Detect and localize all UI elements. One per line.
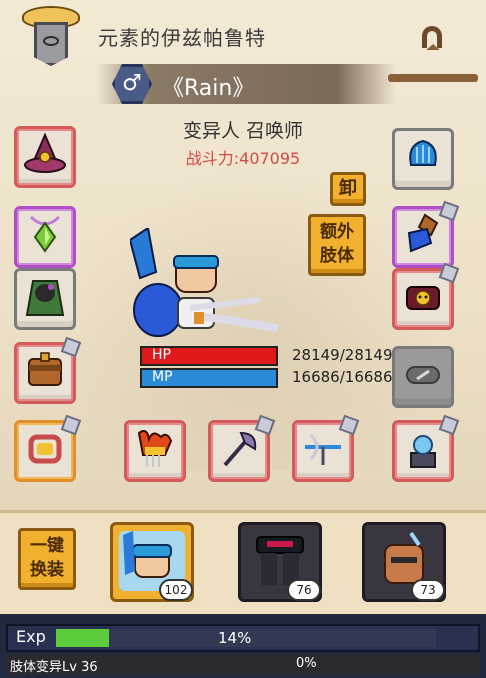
world-title: 元素的伊兹帕鲁特 (98, 26, 266, 50)
party-member-hero[interactable]: 102 (110, 522, 194, 602)
player-name: 《Rain》 (162, 76, 255, 101)
exp-percent: 14% (218, 629, 252, 647)
extra-limb-label-1: 额外 (320, 222, 354, 242)
locked-slot-icon (406, 366, 440, 384)
slot-boots[interactable] (392, 414, 460, 482)
mp-value: 16686/16686 (292, 368, 393, 386)
slot-belt[interactable] (14, 336, 82, 404)
unequip-button[interactable]: 卸 (330, 172, 366, 206)
one-key-label-2: 换装 (30, 560, 64, 580)
wizard-hat-icon (24, 133, 66, 173)
level-badge: 73 (411, 579, 445, 601)
crossbow-icon (305, 433, 341, 465)
level-badge: 76 (287, 579, 321, 601)
hp-bar: HP (140, 346, 278, 366)
exp-row: Exp 14% (6, 624, 480, 652)
green-cloak-icon (25, 280, 65, 316)
mp-label: MP (152, 369, 173, 385)
limb-mutation-label: 肢体变异Lv 36 (10, 660, 98, 675)
one-key-change-button[interactable]: 一键 换装 (18, 528, 76, 590)
slot-weapon-2[interactable] (208, 414, 276, 482)
extra-limb-button[interactable]: 额外 肢体 (308, 214, 366, 276)
party-member-dark-armor[interactable]: 76 (238, 522, 322, 602)
fire-crown-icon (137, 430, 173, 467)
extra-limb-label-2: 肢体 (320, 246, 354, 266)
eye-icon (43, 36, 59, 46)
slot-gloves[interactable] (392, 200, 460, 268)
slot-ring[interactable] (14, 414, 82, 482)
slot-locked[interactable] (392, 346, 454, 408)
blue-gauntlet-icon (407, 213, 439, 253)
level-badge: 102 (159, 579, 193, 601)
hero-character-icon (130, 228, 279, 337)
slot-crest[interactable] (392, 128, 454, 190)
hanger-hook (422, 26, 442, 48)
slot-bracer[interactable] (392, 262, 460, 330)
ring-icon (28, 434, 62, 464)
slot-weapon-1[interactable] (124, 420, 186, 482)
party-member-bald-warrior[interactable]: 73 (362, 522, 446, 602)
exp-fill (56, 629, 110, 647)
blue-crest-icon (409, 139, 437, 166)
wardrobe-hanger-icon[interactable] (388, 26, 478, 88)
axe-icon (223, 431, 257, 467)
limb-mutation-row: 肢体变异Lv 36 0% (6, 654, 480, 676)
slot-hat[interactable] (14, 126, 76, 188)
pedestal-icon (410, 435, 436, 468)
slot-armor[interactable] (14, 268, 76, 330)
satchel-icon (28, 352, 62, 386)
limb-mutation-percent: 0% (296, 656, 317, 671)
one-key-label-1: 一键 (30, 536, 64, 556)
hp-value: 28149/28149 (292, 346, 393, 364)
experience-panel: Exp 14% 肢体变异Lv 36 0% (0, 614, 486, 678)
hanger-bar (388, 74, 478, 82)
guild-emblem-icon[interactable] (20, 6, 82, 68)
exp-label: Exp (16, 627, 46, 646)
hp-label: HP (152, 347, 171, 363)
slot-amulet[interactable] (14, 206, 76, 268)
mp-bar: MP (140, 368, 278, 388)
slot-weapon-3[interactable] (292, 414, 360, 482)
green-gem-amulet-icon (29, 215, 61, 253)
skull-bracer-icon (406, 286, 440, 310)
